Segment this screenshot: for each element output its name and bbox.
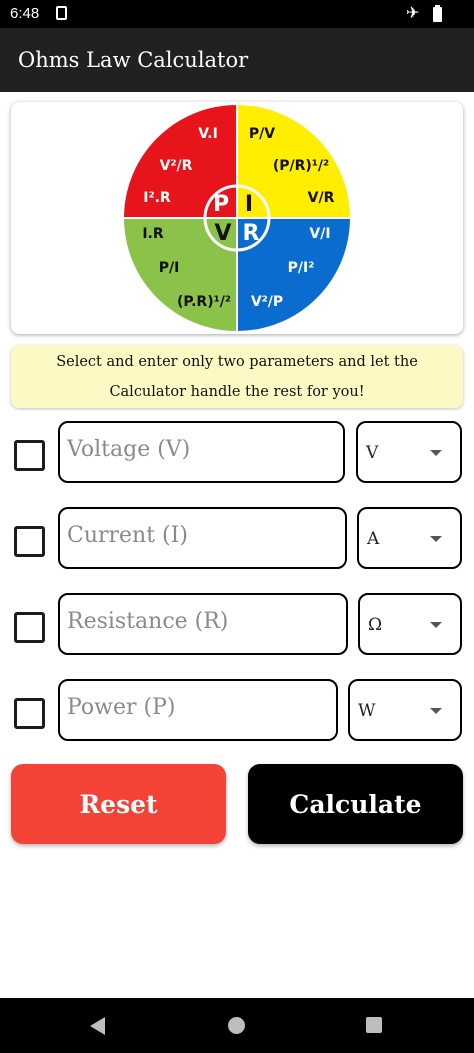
center-letter-v: V (214, 221, 231, 246)
current-checkbox[interactable] (14, 526, 45, 557)
resistance-unit-value: Ω (368, 615, 383, 635)
instruction-banner: Select and enter only two parameters and… (11, 345, 463, 408)
sim-icon (56, 6, 67, 20)
dropdown-arrow-icon (430, 622, 442, 628)
resistance-field[interactable] (58, 593, 348, 655)
status-time: 6:48 (10, 5, 40, 22)
calculate-button[interactable]: Calculate (248, 764, 463, 844)
ohms-law-wheel-card: P I V R V.I V²/R I².R P/V (P/R)¹/² V/R I… (11, 102, 463, 334)
recents-icon[interactable] (366, 1017, 382, 1033)
home-icon[interactable] (228, 1017, 245, 1034)
formula-power-2: V²/R (160, 158, 193, 174)
formula-current-2: (P/R)¹/² (273, 158, 329, 174)
power-unit-value: W (358, 701, 376, 721)
center-letter-i: I (245, 192, 253, 217)
power-checkbox[interactable] (14, 698, 45, 729)
resistance-input[interactable] (67, 609, 325, 634)
system-nav-bar (0, 998, 474, 1053)
power-unit-dropdown[interactable]: W (348, 679, 462, 741)
formula-current-3: V/R (308, 190, 335, 206)
ohms-law-wheel: P I V R V.I V²/R I².R P/V (P/R)¹/² V/R I… (124, 105, 350, 331)
formula-voltage-1: I.R (142, 226, 164, 242)
formula-resistance-3: V²/P (251, 294, 283, 310)
formula-voltage-3: (P.R)¹/² (177, 294, 231, 310)
formula-current-1: P/V (249, 126, 275, 142)
dropdown-arrow-icon (430, 708, 442, 714)
voltage-unit-dropdown[interactable]: V (356, 421, 462, 483)
center-letter-p: P (213, 192, 229, 217)
power-input[interactable] (67, 695, 316, 720)
dropdown-arrow-icon (430, 450, 442, 456)
center-letter-r: R (243, 221, 260, 246)
current-unit-value: A (367, 529, 380, 549)
airplane-icon: ✈ (406, 3, 420, 22)
back-icon[interactable] (90, 1017, 105, 1035)
power-field[interactable] (58, 679, 338, 741)
current-unit-dropdown[interactable]: A (357, 507, 462, 569)
formula-voltage-2: P/I (159, 260, 180, 276)
voltage-unit-value: V (366, 443, 379, 463)
voltage-input[interactable] (67, 437, 322, 462)
reset-button[interactable]: Reset (11, 764, 226, 844)
battery-icon (433, 5, 442, 22)
resistance-checkbox[interactable] (14, 612, 45, 643)
formula-resistance-1: V/I (309, 226, 330, 242)
formula-power-1: V.I (198, 126, 218, 142)
instruction-text: Select and enter only two parameters and… (56, 353, 418, 400)
page-title: Ohms Law Calculator (18, 48, 249, 72)
dropdown-arrow-icon (430, 536, 442, 542)
resistance-unit-dropdown[interactable]: Ω (358, 593, 462, 655)
formula-resistance-2: P/I² (288, 260, 315, 276)
current-field[interactable] (58, 507, 347, 569)
formula-power-3: I².R (143, 190, 171, 206)
voltage-checkbox[interactable] (14, 440, 45, 471)
app-bar: Ohms Law Calculator (0, 28, 474, 92)
voltage-field[interactable] (58, 421, 345, 483)
current-input[interactable] (67, 523, 324, 548)
status-bar: 6:48 ✈ (0, 0, 474, 28)
